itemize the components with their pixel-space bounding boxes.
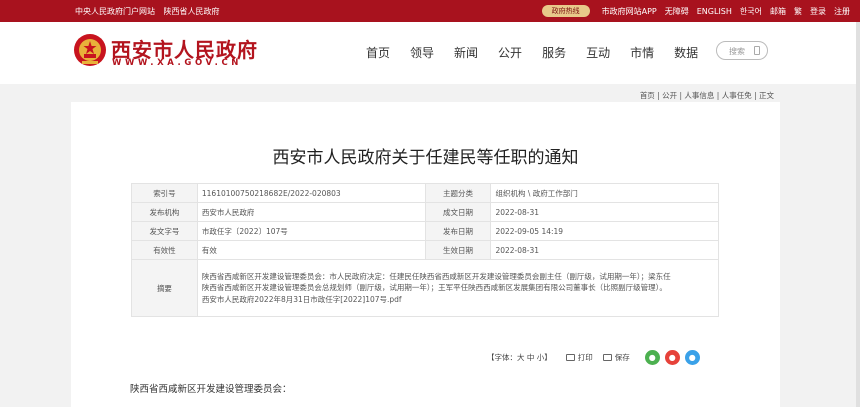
top-left-links: 中央人民政府门户网站 陕西省人民政府 xyxy=(75,6,226,17)
qq-icon[interactable]: ● xyxy=(684,350,700,365)
article-panel: 西安市人民政府关于任建民等任职的通知 索引号 11610100750218682… xyxy=(71,102,780,407)
meta-value: 市政任字〔2022〕107号 xyxy=(196,221,426,241)
article-body-text: 陕西省西咸新区开发建设管理委员会： xyxy=(130,384,292,395)
print-icon[interactable] xyxy=(565,354,575,361)
article-tools: 【字体：大 中 小】 打印 保存 ● ● ● xyxy=(487,350,700,365)
nav-data[interactable]: 数据 xyxy=(674,44,698,61)
nav-city-info[interactable]: 市情 xyxy=(630,44,654,61)
meta-value: 西安市人民政府 xyxy=(196,202,426,222)
site-logo-url: WWW.XA.GOV.CN xyxy=(112,58,243,68)
nav-interaction[interactable]: 互动 xyxy=(586,44,610,61)
meta-value: 2022-08-31 xyxy=(490,202,719,222)
nav-public[interactable]: 公开 xyxy=(498,44,522,61)
meta-label: 有效性 xyxy=(131,240,198,260)
link-mail[interactable]: 邮箱 xyxy=(770,6,786,17)
link-register[interactable]: 注册 xyxy=(834,6,850,17)
link-central-gov[interactable]: 中央人民政府门户网站 xyxy=(75,7,155,16)
meta-value: 组织机构 \ 政府工作部门 xyxy=(490,183,719,203)
search-icon[interactable] xyxy=(754,46,760,55)
font-size-switcher[interactable]: 【字体：大 中 小】 xyxy=(487,352,552,363)
nav-news[interactable]: 新闻 xyxy=(454,44,478,61)
link-english[interactable]: ENGLISH xyxy=(697,7,732,16)
summary-text: 陕西省西咸新区开发建设管理委员会总规划师（副厅级，试用期一年）；王军平任陕西西咸… xyxy=(201,283,667,293)
save-button[interactable]: 保存 xyxy=(615,352,630,363)
meta-label: 索引号 xyxy=(131,183,198,203)
wechat-icon[interactable]: ● xyxy=(644,350,660,365)
search-input[interactable]: 搜索 xyxy=(716,41,768,60)
pdf-attachment-link[interactable]: 西安市人民政府2022年8月31日市政任字[2022]107号.pdf xyxy=(202,294,714,306)
top-bar: 中央人民政府门户网站 陕西省人民政府 政府热线 市政府网站APP 无障碍 ENG… xyxy=(0,0,860,22)
national-emblem-icon[interactable] xyxy=(73,32,107,68)
page-title: 西安市人民政府关于任建民等任职的通知 xyxy=(272,148,579,168)
breadcrumb[interactable]: 首页 | 公开 | 人事信息 | 人事任免 | 正文 xyxy=(640,90,774,101)
link-accessibility[interactable]: 无障碍 xyxy=(665,6,689,17)
link-login[interactable]: 登录 xyxy=(810,6,826,17)
link-korean[interactable]: 한국어 xyxy=(740,6,762,17)
summary-text: 陕西省西咸新区开发建设管理委员会：市人民政府决定：任建民任陕西省西咸新区开发建设… xyxy=(201,271,671,281)
nav-services[interactable]: 服务 xyxy=(542,44,566,61)
print-button[interactable]: 打印 xyxy=(578,352,593,363)
meta-label: 发布机构 xyxy=(131,202,198,222)
main-nav: 首页 领导 新闻 公开 服务 互动 市情 数据 xyxy=(366,44,718,61)
summary-cell: 陕西省西咸新区开发建设管理委员会：市人民政府决定：任建民任陕西省西咸新区开发建设… xyxy=(196,259,720,317)
site-header: 西安市人民政府 WWW.XA.GOV.CN 首页 领导 新闻 公开 服务 互动 … xyxy=(0,22,860,84)
meta-value: 2022-09-05 14:19 xyxy=(490,221,719,241)
link-shaanxi-gov[interactable]: 陕西省人民政府 xyxy=(164,7,220,16)
document-meta-table: 索引号 11610100750218682E/2022-020803 主题分类 … xyxy=(131,183,720,317)
save-icon[interactable] xyxy=(602,354,612,361)
hotline-button[interactable]: 政府热线 xyxy=(541,5,590,17)
top-right-links: 政府热线 市政府网站APP 无障碍 ENGLISH 한국어 邮箱 繁 登录 注册 xyxy=(541,5,850,17)
table-row: 发布机构 西安市人民政府 成文日期 2022-08-31 xyxy=(131,202,719,222)
meta-label: 成文日期 xyxy=(424,202,492,222)
table-row: 有效性 有效 生效日期 2022-08-31 xyxy=(131,240,719,260)
meta-label: 生效日期 xyxy=(424,240,492,260)
table-row: 索引号 11610100750218682E/2022-020803 主题分类 … xyxy=(131,183,719,203)
nav-home[interactable]: 首页 xyxy=(366,44,390,61)
search-placeholder: 搜索 xyxy=(729,47,745,56)
meta-value: 2022-08-31 xyxy=(490,240,719,260)
nav-leaders[interactable]: 领导 xyxy=(410,44,434,61)
table-row: 发文字号 市政任字〔2022〕107号 发布日期 2022-09-05 14:1… xyxy=(131,221,719,241)
meta-label: 发布日期 xyxy=(424,221,492,241)
table-row: 摘要 陕西省西咸新区开发建设管理委员会：市人民政府决定：任建民任陕西省西咸新区开… xyxy=(131,259,720,317)
page-scrollbar[interactable] xyxy=(856,22,860,407)
meta-label: 主题分类 xyxy=(424,183,492,203)
meta-value: 11610100750218682E/2022-020803 xyxy=(196,183,426,203)
weibo-icon[interactable]: ● xyxy=(664,350,680,365)
meta-label: 发文字号 xyxy=(131,221,198,241)
link-app[interactable]: 市政府网站APP xyxy=(602,6,657,17)
meta-label: 摘要 xyxy=(131,259,198,317)
link-traditional[interactable]: 繁 xyxy=(794,6,802,17)
meta-value: 有效 xyxy=(196,240,426,260)
